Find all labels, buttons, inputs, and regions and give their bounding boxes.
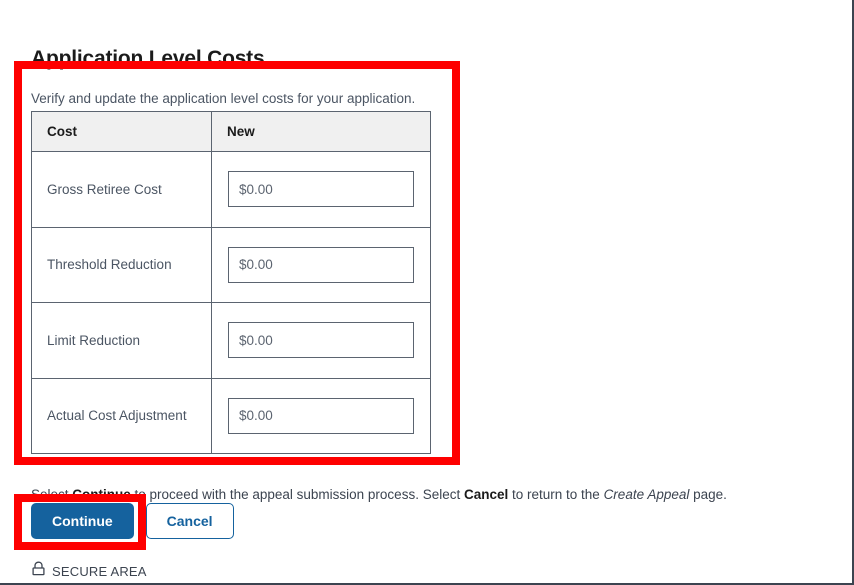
- cost-label-limit-reduction: Limit Reduction: [31, 302, 212, 379]
- helper-text-part3: to return to the: [508, 486, 604, 502]
- cost-label-actual-cost-adjustment: Actual Cost Adjustment: [31, 377, 212, 454]
- table-body: Gross Retiree Cost Threshold Reduction L…: [31, 151, 431, 454]
- threshold-reduction-input[interactable]: [228, 246, 414, 283]
- page-content: Application Level Costs Verify and updat…: [0, 0, 854, 585]
- cancel-button[interactable]: Cancel: [145, 503, 234, 539]
- cost-input-cell: [211, 226, 431, 303]
- page-frame: Application Level Costs Verify and updat…: [0, 0, 854, 585]
- helper-text-continue: Continue: [72, 486, 131, 502]
- table-row: Limit Reduction: [31, 302, 431, 379]
- secure-area-label: SECURE AREA: [52, 564, 147, 579]
- helper-text-part2: to proceed with the appeal submission pr…: [130, 486, 464, 502]
- limit-reduction-input[interactable]: [228, 322, 414, 359]
- helper-text-cancel: Cancel: [463, 486, 509, 502]
- intro-text: Verify and update the application level …: [31, 90, 416, 106]
- gross-retiree-cost-input[interactable]: [228, 171, 414, 208]
- helper-text: Select Continue to proceed with the appe…: [31, 487, 727, 502]
- cost-input-cell: [211, 302, 431, 379]
- cost-input-cell: [211, 377, 431, 454]
- table-row: Actual Cost Adjustment: [31, 377, 431, 454]
- table-row: Gross Retiree Cost: [31, 151, 431, 228]
- column-header-cost: Cost: [31, 111, 212, 152]
- column-header-new: New: [211, 111, 431, 152]
- secure-area-footer: SECURE AREA: [31, 561, 147, 582]
- table-header-row: Cost New: [31, 111, 431, 152]
- table-row: Threshold Reduction: [31, 226, 431, 303]
- cost-label-gross-retiree-cost: Gross Retiree Cost: [31, 151, 212, 228]
- helper-text-create-appeal: Create Appeal: [603, 486, 690, 502]
- table-header: Cost New: [31, 111, 431, 152]
- helper-text-part1: Select: [31, 486, 73, 502]
- actual-cost-adjustment-input[interactable]: [228, 397, 414, 434]
- application-costs-table: Cost New Gross Retiree Cost Threshold Re…: [31, 111, 431, 454]
- cost-input-cell: [211, 151, 431, 228]
- button-row: Continue Cancel: [31, 503, 234, 539]
- page-title: Application Level Costs: [31, 47, 265, 71]
- padlock-icon: [31, 561, 46, 582]
- continue-button[interactable]: Continue: [31, 503, 134, 539]
- helper-text-part4: page.: [689, 486, 727, 502]
- cost-label-threshold-reduction: Threshold Reduction: [31, 226, 212, 303]
